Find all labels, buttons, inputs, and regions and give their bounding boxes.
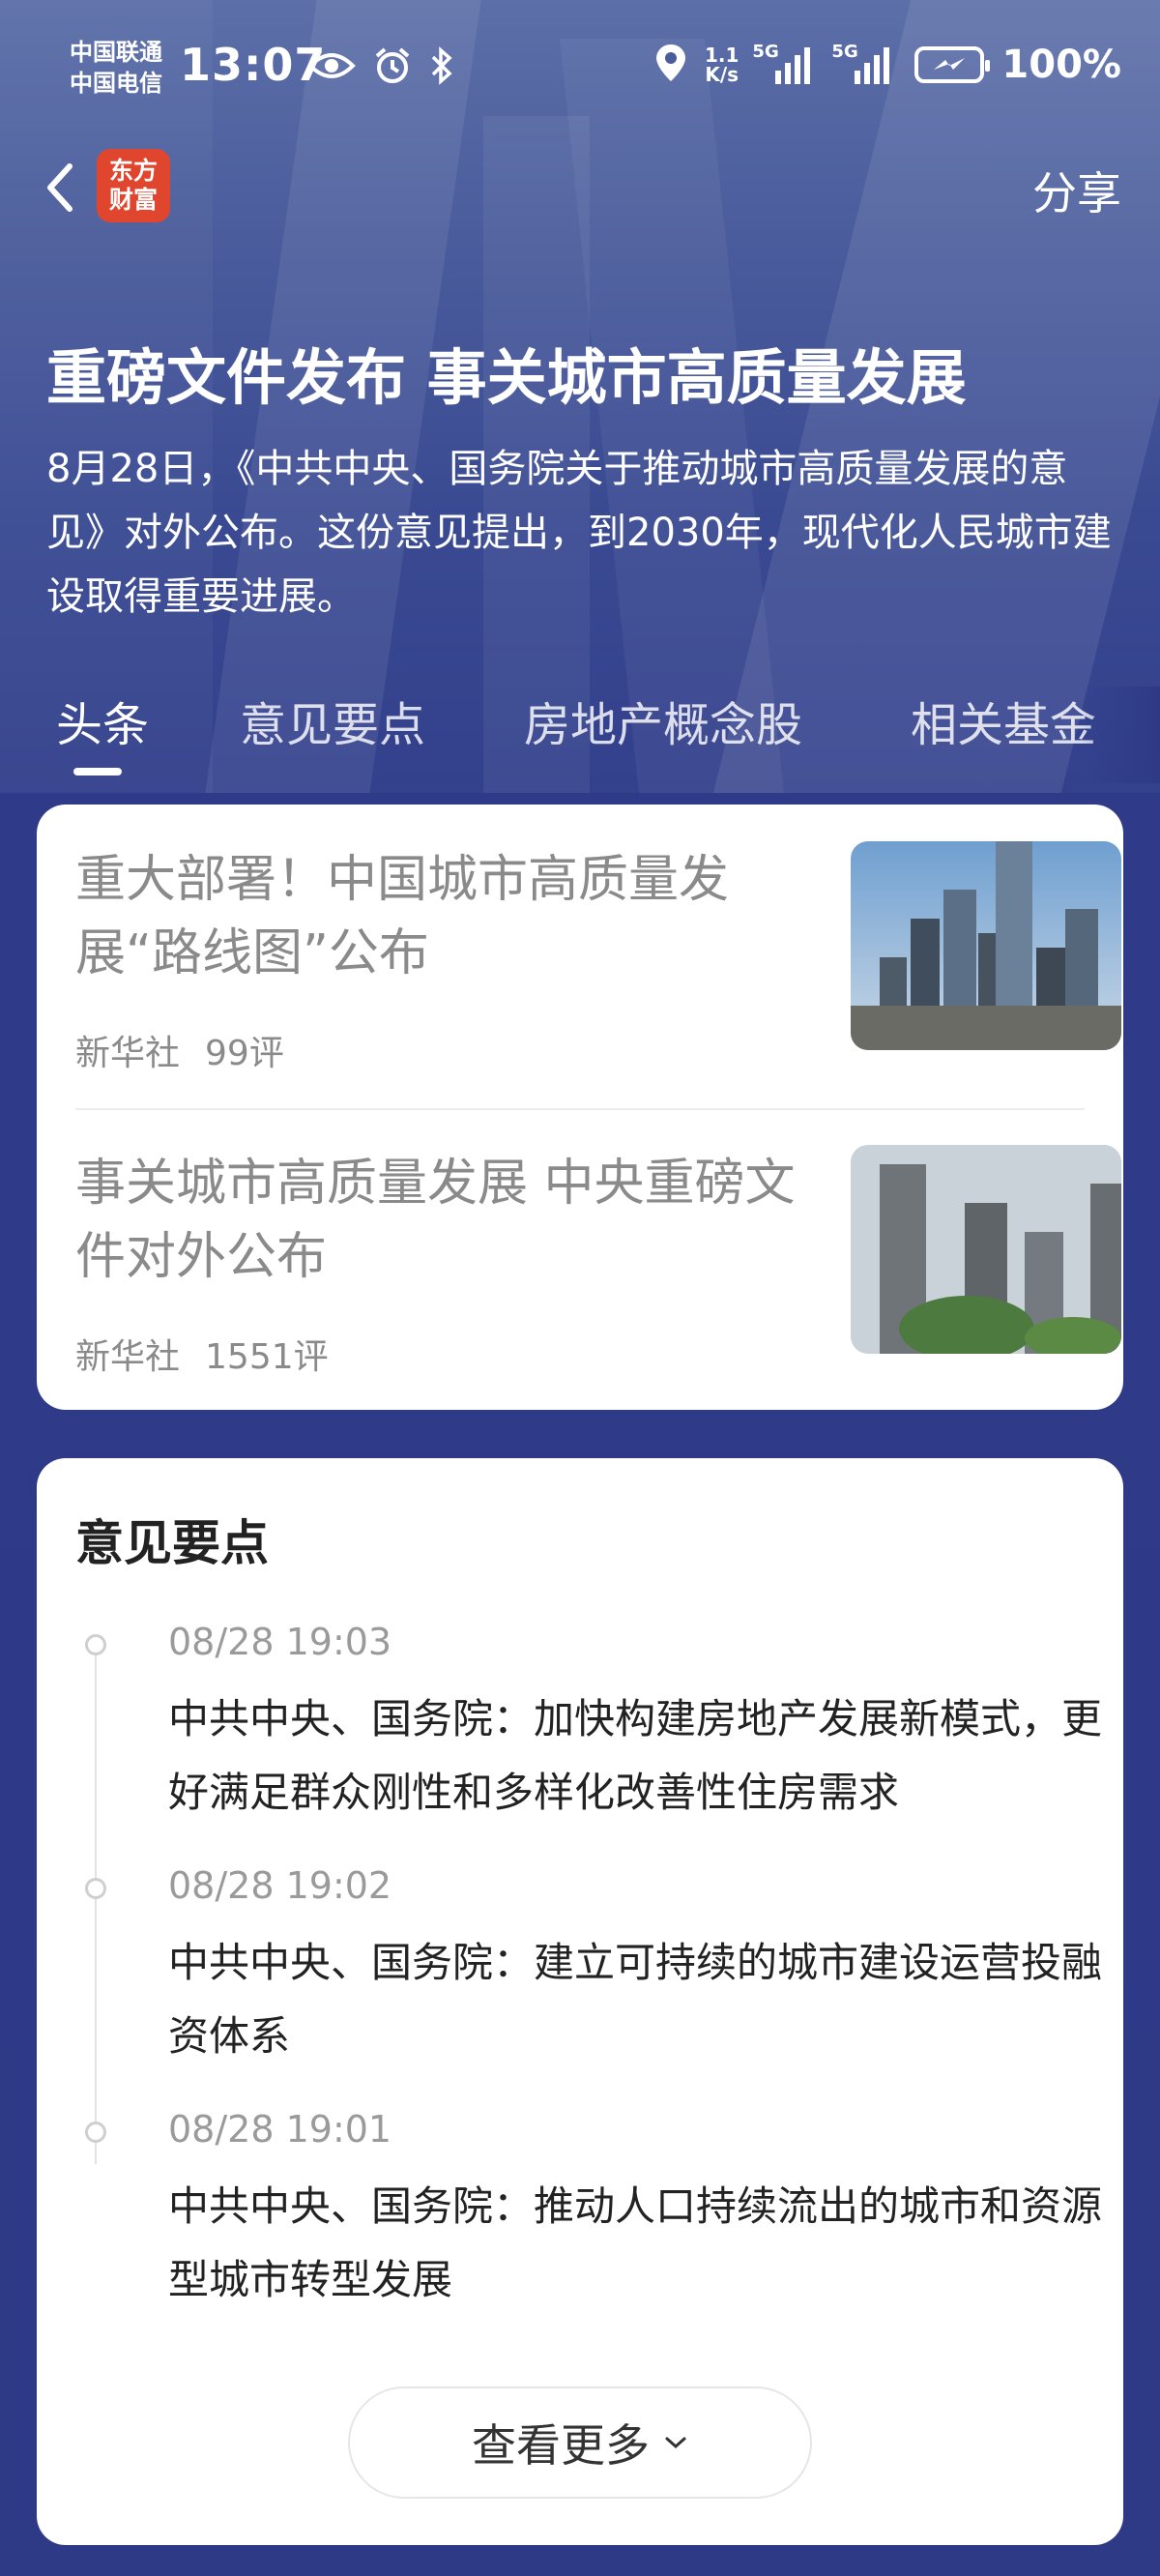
signal-icon: 5G — [752, 42, 818, 84]
news-meta: 新华社 99评 — [75, 1025, 284, 1075]
chevron-left-icon — [47, 163, 72, 212]
status-bar: 中国联通 中国电信 13:07 1.1 K/s 5G 5G 100% — [0, 0, 1160, 145]
news-item[interactable]: 事关城市高质量发展 中央重磅文件对外公布 新华社 1551评 — [75, 1108, 1121, 1389]
timeline-text[interactable]: 中共中央、国务院：加快构建房地产发展新模式，更好满足群众刚性和多样化改善性住房需… — [168, 1683, 1116, 1830]
news-source: 新华社 — [75, 1034, 181, 1073]
status-right-icons: 1.1 K/s 5G 5G 100% — [654, 42, 1121, 87]
news-source: 新华社 — [75, 1337, 181, 1377]
app-logo: 东方 财富 — [97, 149, 170, 222]
tab-bar: 头条 意见要点 房地产概念股 相关基金 — [0, 687, 1160, 783]
timeline-time: 08/28 19:03 — [168, 1621, 392, 1663]
net-speed: 1.1 K/s — [704, 44, 740, 86]
active-tab-indicator — [73, 768, 122, 776]
tab-real-estate-stocks[interactable]: 房地产概念股 — [524, 687, 802, 754]
news-thumbnail-skyline[interactable] — [851, 841, 1121, 1050]
tab-related-funds[interactable]: 相关基金 — [911, 687, 1096, 754]
share-button[interactable]: 分享 — [1032, 159, 1121, 222]
battery-charging-icon — [914, 46, 991, 83]
chevron-down-icon — [665, 2437, 686, 2449]
news-headline[interactable]: 重大部署！中国城市高质量发展“路线图”公布 — [75, 843, 810, 990]
carrier-names: 中国联通 中国电信 — [70, 37, 162, 99]
news-item[interactable]: 重大部署！中国城市高质量发展“路线图”公布 新华社 99评 — [75, 805, 1121, 1085]
tab-key-points[interactable]: 意见要点 — [240, 687, 425, 754]
view-more-label: 查看更多 — [472, 2419, 650, 2472]
eye-icon — [307, 50, 356, 85]
carrier-2: 中国电信 — [70, 70, 162, 97]
alarm-icon — [373, 46, 412, 89]
timeline-line — [95, 1642, 97, 2164]
news-thumbnail-towers[interactable] — [851, 1145, 1121, 1354]
timeline-text[interactable]: 中共中央、国务院：建立可持续的城市建设运营投融资体系 — [168, 1926, 1116, 2073]
status-left-icons — [307, 46, 454, 89]
timeline-time: 08/28 19:01 — [168, 2108, 392, 2151]
tab-fade-overlay — [1083, 687, 1160, 783]
status-time: 13:07 — [180, 39, 327, 91]
signal-icon-sim2: 5G — [831, 42, 897, 84]
news-comments: 99评 — [205, 1034, 284, 1073]
page-title: 重磅文件发布 事关城市高质量发展 — [46, 342, 967, 413]
timeline-text[interactable]: 中共中央、国务院：推动人口持续流出的城市和资源型城市转型发展 — [168, 2170, 1116, 2317]
back-button[interactable] — [39, 159, 87, 217]
top-nav: 东方 财富 分享 — [0, 145, 1160, 251]
timeline-time: 08/28 19:02 — [168, 1864, 392, 1907]
timeline-dot — [85, 1634, 106, 1655]
news-headline[interactable]: 事关城市高质量发展 中央重磅文件对外公布 — [75, 1147, 810, 1294]
page-summary: 8月28日，《中共中央、国务院关于推动城市高质量发展的意见》对外公布。这份意见提… — [46, 447, 1112, 619]
bluetooth-icon — [429, 46, 454, 89]
tab-headlines[interactable]: 头条 — [56, 687, 149, 754]
battery-percent: 100% — [1001, 43, 1121, 87]
carrier-1: 中国联通 — [70, 39, 162, 66]
page: 中国联通 中国电信 13:07 1.1 K/s 5G 5G 100% 东方 财富… — [0, 0, 1160, 2576]
key-points-card: 意见要点 08/28 19:03 中共中央、国务院：加快构建房地产发展新模式，更… — [37, 1458, 1123, 2545]
news-comments: 1551评 — [205, 1337, 329, 1377]
timeline-dot — [85, 1878, 106, 1899]
key-points-title: 意见要点 — [75, 1515, 269, 1571]
view-more-button[interactable]: 查看更多 — [348, 2386, 812, 2499]
headline-news-card: 重大部署！中国城市高质量发展“路线图”公布 新华社 99评 事关城市高质量发展 … — [37, 805, 1123, 1410]
location-icon — [654, 43, 687, 87]
news-meta: 新华社 1551评 — [75, 1329, 329, 1379]
timeline-dot — [85, 2122, 106, 2143]
